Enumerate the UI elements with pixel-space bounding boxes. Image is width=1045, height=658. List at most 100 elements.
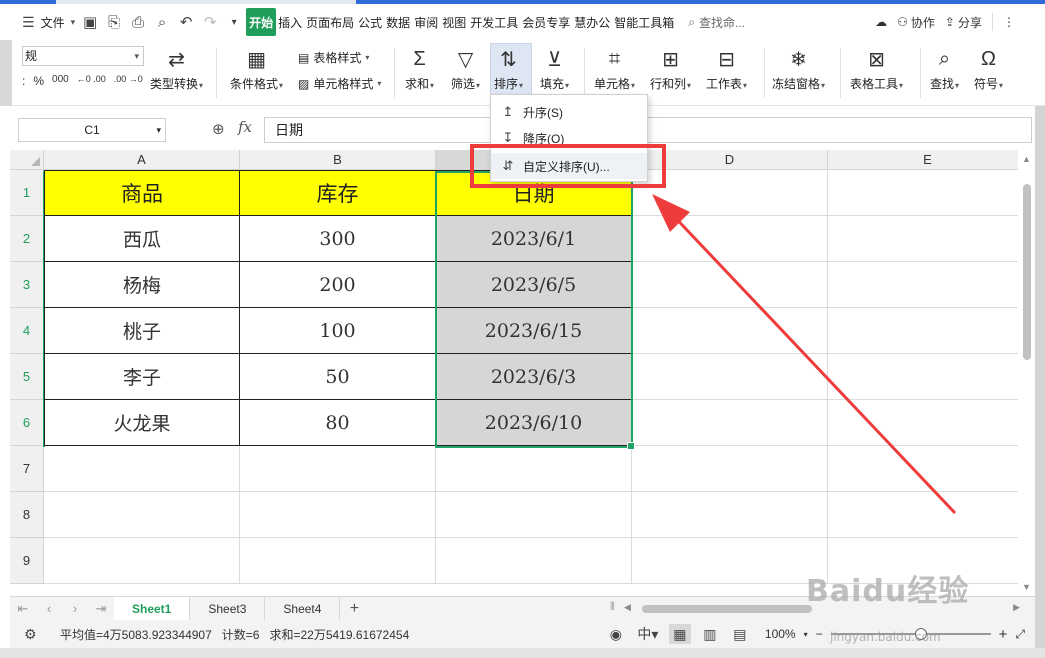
name-box[interactable]: C1 ▾ — [18, 118, 166, 142]
freeze-panes-button[interactable]: ❄ 冻结窗格 — [772, 46, 825, 92]
empty-cell[interactable] — [632, 446, 828, 492]
empty-cell[interactable] — [44, 446, 240, 492]
worksheet-grid[interactable]: A B C D E 1 2 3 4 5 6 7 8 9 商品 库存 日期 西瓜 … — [10, 150, 1035, 596]
table-cell[interactable]: 杨梅 — [44, 262, 240, 308]
accounting-format-button[interactable]: : — [22, 74, 25, 88]
table-cell[interactable]: 300 — [240, 216, 436, 262]
empty-cell[interactable] — [828, 446, 1028, 492]
row-header-9[interactable]: 9 — [10, 538, 44, 584]
increase-decimal-button[interactable]: ←0 .00 — [77, 74, 106, 88]
sheet-tab-sheet1[interactable]: Sheet1 — [114, 596, 191, 621]
empty-cell[interactable] — [632, 400, 828, 446]
tab-review[interactable]: 审阅 — [412, 8, 440, 36]
empty-cell[interactable] — [828, 400, 1028, 446]
table-cell[interactable]: 2023/6/5 — [436, 262, 632, 308]
more-options-icon[interactable]: ⋮ — [1003, 15, 1015, 29]
table-header-cell[interactable]: 商品 — [44, 170, 240, 216]
column-header-a[interactable]: A — [44, 150, 240, 170]
fill-button[interactable]: ⊻ 填充 — [540, 46, 569, 92]
empty-cell[interactable] — [44, 538, 240, 584]
tab-data[interactable]: 数据 — [384, 8, 412, 36]
empty-cell[interactable] — [828, 492, 1028, 538]
sort-button[interactable]: ⇅ 排序 — [494, 46, 523, 92]
split-handle-icon[interactable]: ⦀ — [610, 601, 615, 614]
tab-developer[interactable]: 开发工具 — [468, 8, 520, 36]
zoom-formula-icon[interactable]: ⊕ — [212, 120, 225, 138]
tab-home[interactable]: 开始 — [246, 8, 277, 36]
tab-insert[interactable]: 插入 — [276, 8, 304, 36]
autosum-button[interactable]: Σ 求和 — [405, 46, 434, 92]
empty-cell[interactable] — [828, 216, 1028, 262]
row-header-1[interactable]: 1 — [10, 170, 44, 216]
tab-formulas[interactable]: 公式 — [356, 8, 384, 36]
file-menu-button[interactable]: ☰ 文件 ▾ — [10, 8, 78, 36]
thousands-separator-button[interactable]: 000 — [52, 74, 69, 88]
empty-cell[interactable] — [632, 538, 828, 584]
vertical-scrollbar[interactable]: ▲ ▼ — [1018, 150, 1035, 596]
empty-cell[interactable] — [240, 492, 436, 538]
select-all-corner[interactable] — [10, 150, 44, 170]
empty-cell[interactable] — [828, 308, 1028, 354]
empty-cell[interactable] — [436, 492, 632, 538]
scroll-up-icon[interactable]: ▲ — [1022, 154, 1031, 164]
column-header-b[interactable]: B — [240, 150, 436, 170]
page-layout-view-icon[interactable]: ▥ — [699, 624, 721, 644]
redo-icon[interactable]: ↷ — [198, 8, 222, 36]
next-sheet-icon[interactable]: › — [62, 601, 88, 616]
input-method-icon[interactable]: 中▾ — [635, 624, 661, 644]
print-preview-icon[interactable]: ⌕ — [150, 8, 174, 36]
empty-cell[interactable] — [828, 354, 1028, 400]
table-cell[interactable]: 2023/6/3 — [436, 354, 632, 400]
prev-sheet-icon[interactable]: ‹ — [36, 601, 62, 616]
tab-huibangong[interactable]: 慧办公 — [572, 8, 612, 36]
last-sheet-icon[interactable]: ⇥ — [88, 601, 114, 617]
table-cell[interactable]: 李子 — [44, 354, 240, 400]
empty-cell[interactable] — [632, 262, 828, 308]
table-cell[interactable]: 西瓜 — [44, 216, 240, 262]
empty-cell[interactable] — [44, 492, 240, 538]
cell-style-button[interactable]: ▨ 单元格样式 — [298, 75, 381, 92]
row-header-6[interactable]: 6 — [10, 400, 44, 446]
table-cell[interactable]: 2023/6/15 — [436, 308, 632, 354]
share-button[interactable]: ⇪ 分享 — [945, 14, 982, 31]
horizontal-scroll-thumb[interactable] — [642, 605, 812, 613]
empty-cell[interactable] — [436, 446, 632, 492]
row-header-8[interactable]: 8 — [10, 492, 44, 538]
decrease-decimal-button[interactable]: .00 →0 — [114, 74, 143, 88]
table-tools-button[interactable]: ⊠ 表格工具 — [850, 46, 903, 92]
row-header-2[interactable]: 2 — [10, 216, 44, 262]
tab-smart-toolbox[interactable]: 智能工具箱 — [612, 8, 676, 36]
symbol-button[interactable]: Ω 符号 — [974, 46, 1003, 92]
scroll-right-icon[interactable]: ▶ — [1013, 602, 1020, 613]
row-header-5[interactable]: 5 — [10, 354, 44, 400]
number-format-dropdown[interactable]: 规 ▾ — [22, 46, 144, 66]
sort-ascending-item[interactable]: ↥ 升序(S) — [491, 99, 647, 125]
table-cell[interactable]: 2023/6/10 — [436, 400, 632, 446]
sheet-tab-sheet4[interactable]: Sheet4 — [265, 596, 341, 621]
sheet-tab-sheet3[interactable]: Sheet3 — [190, 596, 266, 621]
zoom-in-icon[interactable]: + — [999, 626, 1008, 643]
conditional-format-button[interactable]: ▦ 条件格式 — [230, 46, 283, 92]
empty-cell[interactable] — [632, 492, 828, 538]
collab-button[interactable]: ⚇ 协作 — [897, 14, 935, 31]
empty-cell[interactable] — [828, 170, 1028, 216]
type-convert-button[interactable]: ⇄ 类型转换 — [150, 46, 203, 92]
formula-input[interactable]: 日期 — [264, 117, 1032, 143]
table-style-button[interactable]: ▤ 表格样式 — [298, 49, 369, 66]
row-header-4[interactable]: 4 — [10, 308, 44, 354]
table-cell[interactable]: 2023/6/1 — [436, 216, 632, 262]
column-header-e[interactable]: E — [828, 150, 1028, 170]
worksheet-button[interactable]: ⊟ 工作表 — [706, 46, 747, 92]
zoom-out-icon[interactable]: − — [816, 627, 823, 641]
cloud-sync-icon[interactable]: ☁ — [875, 15, 887, 29]
row-header-3[interactable]: 3 — [10, 262, 44, 308]
empty-cell[interactable] — [240, 446, 436, 492]
eye-protection-icon[interactable]: ◉ — [605, 624, 627, 644]
vertical-scroll-thumb[interactable] — [1023, 184, 1031, 360]
cell-button[interactable]: ⌗ 单元格 — [594, 46, 635, 92]
page-break-view-icon[interactable]: ▤ — [729, 624, 751, 644]
add-sheet-icon[interactable]: + — [340, 600, 368, 618]
table-cell[interactable]: 桃子 — [44, 308, 240, 354]
tab-page-layout[interactable]: 页面布局 — [304, 8, 356, 36]
table-cell[interactable]: 火龙果 — [44, 400, 240, 446]
